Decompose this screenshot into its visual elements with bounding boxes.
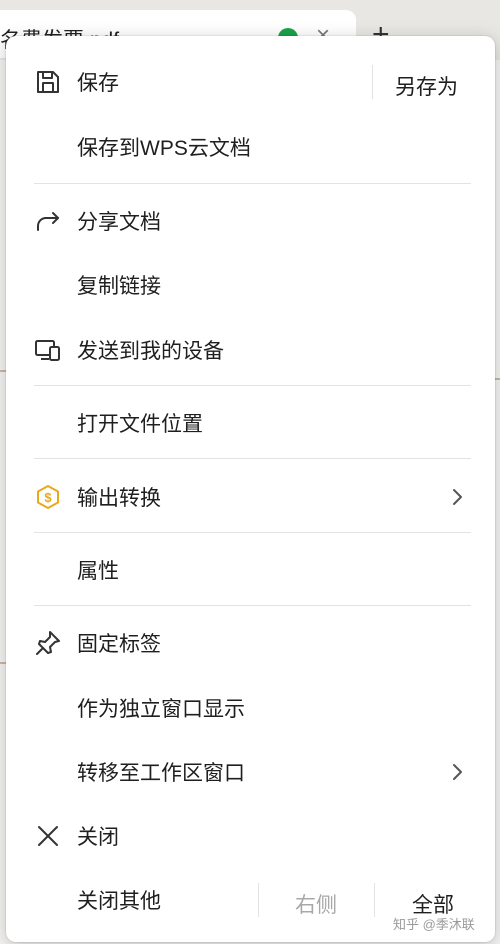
close-divider xyxy=(258,883,259,917)
menu-item-independent-window[interactable]: 作为独立窗口显示 xyxy=(6,678,495,738)
copy-link-label: 复制链接 xyxy=(77,275,161,298)
send-to-device-label: 发送到我的设备 xyxy=(77,340,224,363)
open-location-label: 打开文件位置 xyxy=(77,413,203,436)
close-right-button[interactable]: 右侧 xyxy=(295,889,337,919)
menu-item-pin-tab[interactable]: 固定标签 xyxy=(6,613,495,673)
close-icon xyxy=(34,822,62,850)
chevron-right-icon xyxy=(449,485,465,509)
menu-separator xyxy=(34,385,471,386)
menu-separator xyxy=(34,183,471,184)
save-to-cloud-label: 保存到WPS云文档 xyxy=(77,137,251,160)
menu-item-export-convert[interactable]: $ 输出转换 xyxy=(6,467,495,527)
menu-item-save-to-cloud[interactable]: 保存到WPS云文档 xyxy=(6,117,495,177)
chevron-right-icon xyxy=(449,760,465,784)
menu-separator xyxy=(34,532,471,533)
menu-separator xyxy=(34,458,471,459)
watermark-text: 知乎 @季沐联 xyxy=(393,917,475,932)
share-icon xyxy=(34,207,62,235)
close-divider xyxy=(374,883,375,917)
device-icon xyxy=(34,336,62,364)
menu-item-open-location[interactable]: 打开文件位置 xyxy=(6,393,495,453)
export-convert-label: 输出转换 xyxy=(77,487,161,510)
independent-window-label: 作为独立窗口显示 xyxy=(77,698,245,721)
svg-text:$: $ xyxy=(44,490,52,505)
properties-label: 属性 xyxy=(77,560,119,583)
move-to-workspace-label: 转移至工作区窗口 xyxy=(77,762,245,785)
convert-icon: $ xyxy=(34,483,62,511)
save-icon xyxy=(34,68,62,96)
tab-context-menu: 保存 另存为 保存到WPS云文档 分享文档 复制链接 发送到我的设备 打开文件位… xyxy=(6,36,495,942)
menu-separator xyxy=(34,605,471,606)
close-label: 关闭 xyxy=(77,826,119,849)
pin-icon xyxy=(34,629,62,657)
menu-item-close[interactable]: 关闭 xyxy=(6,806,495,866)
save-as-button[interactable]: 另存为 xyxy=(395,71,458,101)
save-divider xyxy=(372,65,373,99)
close-others-label: 关闭其他 xyxy=(77,890,161,913)
menu-item-properties[interactable]: 属性 xyxy=(6,540,495,600)
save-label: 保存 xyxy=(77,72,119,95)
menu-item-share-doc[interactable]: 分享文档 xyxy=(6,191,495,251)
pin-tab-label: 固定标签 xyxy=(77,633,161,656)
share-doc-label: 分享文档 xyxy=(77,211,161,234)
menu-item-send-to-device[interactable]: 发送到我的设备 xyxy=(6,320,495,380)
menu-item-move-to-workspace[interactable]: 转移至工作区窗口 xyxy=(6,742,495,802)
menu-item-copy-link[interactable]: 复制链接 xyxy=(6,255,495,315)
